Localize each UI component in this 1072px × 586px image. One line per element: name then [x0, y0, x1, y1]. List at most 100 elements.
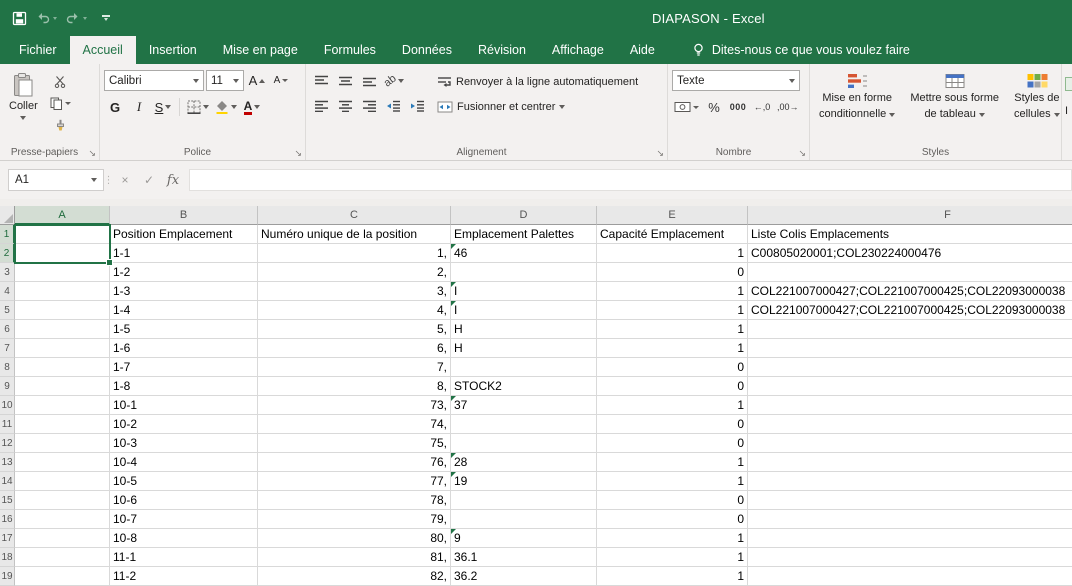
cell-F11[interactable]	[748, 415, 1072, 434]
cell-D1[interactable]: Emplacement Palettes	[451, 225, 597, 244]
italic-button[interactable]: I	[128, 97, 150, 117]
cell-B14[interactable]: 10-5	[110, 472, 258, 491]
cell-B12[interactable]: 10-3	[110, 434, 258, 453]
row-header-1[interactable]: 1	[0, 225, 15, 244]
cell-A4[interactable]	[15, 282, 110, 301]
cell-F16[interactable]	[748, 510, 1072, 529]
tab-donnees[interactable]: Données	[389, 36, 465, 64]
cell-C14[interactable]: 77,	[258, 472, 451, 491]
decrease-decimal-button[interactable]: ,00→	[775, 97, 801, 117]
cell-C3[interactable]: 2,	[258, 263, 451, 282]
cell-C17[interactable]: 80,	[258, 529, 451, 548]
fill-handle[interactable]	[106, 259, 113, 266]
cell-F3[interactable]	[748, 263, 1072, 282]
row-header-6[interactable]: 6	[0, 320, 15, 339]
align-middle-button[interactable]	[334, 71, 356, 91]
cell-F10[interactable]	[748, 396, 1072, 415]
row-header-17[interactable]: 17	[0, 529, 15, 548]
cell-C16[interactable]: 79,	[258, 510, 451, 529]
column-header-C[interactable]: C	[258, 206, 451, 225]
cell-B4[interactable]: 1-3	[110, 282, 258, 301]
cell-C12[interactable]: 75,	[258, 434, 451, 453]
cell-E16[interactable]: 0	[597, 510, 748, 529]
cell-A5[interactable]	[15, 301, 110, 320]
cell-B11[interactable]: 10-2	[110, 415, 258, 434]
align-center-button[interactable]	[334, 96, 356, 116]
cell-E10[interactable]: 1	[597, 396, 748, 415]
cell-E17[interactable]: 1	[597, 529, 748, 548]
cancel-icon[interactable]: ×	[113, 169, 137, 191]
cell-A13[interactable]	[15, 453, 110, 472]
row-header-3[interactable]: 3	[0, 263, 15, 282]
align-top-button[interactable]	[310, 71, 332, 91]
font-size-select[interactable]: 11	[206, 70, 244, 91]
paste-button[interactable]: Coller	[4, 69, 43, 143]
merge-center-button[interactable]: Fusionner et centrer	[433, 96, 642, 117]
cell-A19[interactable]	[15, 567, 110, 586]
cell-C4[interactable]: 3,	[258, 282, 451, 301]
cell-B8[interactable]: 1-7	[110, 358, 258, 377]
row-header-16[interactable]: 16	[0, 510, 15, 529]
row-header-10[interactable]: 10	[0, 396, 15, 415]
cell-C10[interactable]: 73,	[258, 396, 451, 415]
cell-E15[interactable]: 0	[597, 491, 748, 510]
cell-A12[interactable]	[15, 434, 110, 453]
cell-A14[interactable]	[15, 472, 110, 491]
cell-F12[interactable]	[748, 434, 1072, 453]
row-header-12[interactable]: 12	[0, 434, 15, 453]
row-header-4[interactable]: 4	[0, 282, 15, 301]
column-header-A[interactable]: A	[15, 206, 110, 225]
tab-mise-en-page[interactable]: Mise en page	[210, 36, 311, 64]
cell-E9[interactable]: 0	[597, 377, 748, 396]
format-painter-button[interactable]	[48, 115, 73, 135]
cell-D6[interactable]: H	[451, 320, 597, 339]
cell-B2[interactable]: 1-1	[110, 244, 258, 263]
wrap-text-button[interactable]: Renvoyer à la ligne automatiquement	[433, 71, 642, 92]
cell-B9[interactable]: 1-8	[110, 377, 258, 396]
cell-C11[interactable]: 74,	[258, 415, 451, 434]
cell-E18[interactable]: 1	[597, 548, 748, 567]
cell-E6[interactable]: 1	[597, 320, 748, 339]
borders-button[interactable]	[185, 97, 211, 117]
row-header-2[interactable]: 2	[0, 244, 15, 263]
increase-font-size-button[interactable]: A	[246, 71, 268, 91]
cell-E4[interactable]: 1	[597, 282, 748, 301]
cell-D9[interactable]: STOCK2	[451, 377, 597, 396]
cell-B1[interactable]: Position Emplacement	[110, 225, 258, 244]
cell-F7[interactable]	[748, 339, 1072, 358]
cell-E5[interactable]: 1	[597, 301, 748, 320]
cell-D17[interactable]: 9	[451, 529, 597, 548]
cell-D14[interactable]: 19	[451, 472, 597, 491]
increase-indent-button[interactable]	[406, 96, 428, 116]
underline-button[interactable]: S	[152, 97, 174, 117]
font-color-button[interactable]: A	[241, 97, 263, 117]
copy-button[interactable]	[48, 93, 73, 113]
cell-D12[interactable]	[451, 434, 597, 453]
font-dialog-launcher[interactable]: ↘	[293, 148, 303, 159]
align-left-button[interactable]	[310, 96, 332, 116]
cell-D8[interactable]	[451, 358, 597, 377]
cell-B7[interactable]: 1-6	[110, 339, 258, 358]
column-header-B[interactable]: B	[110, 206, 258, 225]
orientation-button[interactable]: ab	[382, 71, 406, 91]
cell-A15[interactable]	[15, 491, 110, 510]
cell-A8[interactable]	[15, 358, 110, 377]
save-icon[interactable]	[12, 11, 27, 26]
cell-F4[interactable]: COL221007000427;COL221007000425;COL22093…	[748, 282, 1072, 301]
row-header-14[interactable]: 14	[0, 472, 15, 491]
cell-E19[interactable]: 1	[597, 567, 748, 586]
fill-color-button[interactable]	[213, 97, 239, 117]
row-header-7[interactable]: 7	[0, 339, 15, 358]
cell-E12[interactable]: 0	[597, 434, 748, 453]
row-header-15[interactable]: 15	[0, 491, 15, 510]
tab-insertion[interactable]: Insertion	[136, 36, 210, 64]
cell-D7[interactable]: H	[451, 339, 597, 358]
cell-B10[interactable]: 10-1	[110, 396, 258, 415]
select-all-corner[interactable]	[0, 206, 15, 225]
row-header-5[interactable]: 5	[0, 301, 15, 320]
name-box[interactable]: A1	[8, 169, 104, 191]
cell-B5[interactable]: 1-4	[110, 301, 258, 320]
cell-F19[interactable]	[748, 567, 1072, 586]
cell-F17[interactable]	[748, 529, 1072, 548]
cell-C7[interactable]: 6,	[258, 339, 451, 358]
